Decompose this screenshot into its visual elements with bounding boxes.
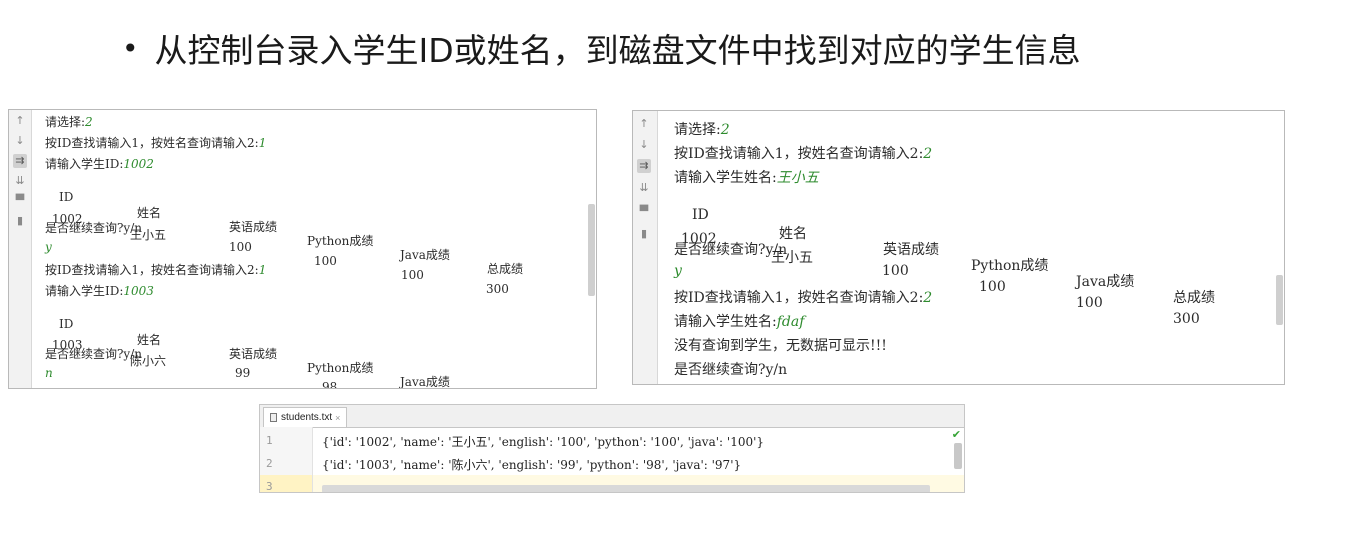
console-line: 请输入学生ID:1003	[45, 284, 154, 298]
table-header-cell: Python成绩	[971, 258, 1049, 274]
console-scrollbar[interactable]	[1276, 275, 1283, 325]
console-line: 按ID查找请输入1，按姓名查询请输入2:1	[45, 136, 267, 150]
console-scrollbar[interactable]	[588, 204, 595, 296]
table-header-cell: 英语成绩	[229, 347, 278, 361]
close-icon[interactable]: ×	[335, 413, 340, 423]
table-row: 1002 王小五 100 100 100 300	[633, 215, 1200, 343]
table-header-cell: 英语成绩	[229, 220, 278, 234]
bullet-point: •	[122, 31, 139, 65]
table-cell: 100	[401, 268, 424, 282]
table-cell: 100	[229, 240, 252, 254]
table-row: 1002 王小五 100 100 100 300	[9, 198, 509, 310]
console-line: 按ID查找请输入1，按姓名查询请输入2:2	[674, 146, 933, 162]
table-cell: 300	[1173, 311, 1200, 327]
arrow-down-icon[interactable]: ↓	[637, 138, 651, 152]
code-line[interactable]: {'id': '1002', 'name': '王小五', 'english':…	[322, 433, 764, 450]
table-header-cell: Python成绩	[307, 361, 374, 375]
console-line: 按ID查找请输入1，按姓名查询请输入2:1	[45, 263, 267, 277]
table-header-cell: ID	[59, 190, 74, 204]
console-line: 是否继续查询?y/n	[45, 221, 142, 235]
arrow-down-icon[interactable]: ↓	[13, 134, 27, 148]
table-header-cell: Java成绩	[1076, 274, 1135, 290]
table-row: 1003 陈小六 99 98 97 294	[9, 324, 337, 388]
editor-tab-bar: students.txt ×	[260, 405, 964, 428]
editor-tab-students[interactable]: students.txt ×	[263, 407, 348, 427]
not-found-message: 没有查询到学生，无数据可显示!!!	[674, 338, 887, 354]
editor-vertical-scrollbar[interactable]	[954, 443, 962, 469]
code-line[interactable]: {'id': '1003', 'name': '陈小六', 'english':…	[322, 456, 741, 473]
console-line: 请选择:2	[45, 115, 93, 129]
table-header-cell: ID	[59, 317, 74, 331]
table-header-cell: Python成绩	[307, 234, 374, 248]
console-line: 请输入学生姓名:王小五	[674, 170, 819, 186]
soft-wrap-icon[interactable]: ⇉	[637, 159, 651, 173]
table-cell: 100	[1076, 295, 1103, 311]
arrow-up-icon[interactable]: ↑	[637, 117, 651, 131]
table-header-cell: 英语成绩	[883, 242, 939, 258]
line-number: 3	[266, 480, 273, 493]
soft-wrap-icon[interactable]: ⇉	[13, 154, 27, 168]
console-output-left: ↑ ↓ ⇉ ⇊ ▀ ▮ 请选择:2 按ID查找请输入1，按姓名查询请输入2:1 …	[8, 109, 597, 389]
table-header-cell: 总成绩	[487, 262, 524, 276]
console-line: y	[674, 263, 682, 279]
editor-horizontal-scrollbar[interactable]	[322, 485, 930, 492]
console-output-right: ↑ ↓ ⇉ ⇊ ▀ ▮ 请选择:2 按ID查找请输入1，按姓名查询请输入2:2 …	[632, 110, 1285, 385]
table-header-cell: Java成绩	[400, 375, 450, 389]
text-file-icon	[270, 413, 277, 422]
console-line: 按ID查找请输入1，按姓名查询请输入2:2	[674, 290, 933, 306]
table-header-cell: ID	[692, 207, 709, 223]
table-cell: 99	[235, 366, 251, 380]
slide-title: • 从控制台录入学生ID或姓名，到磁盘文件中找到对应的学生信息	[122, 26, 1081, 70]
editor-tab-label: students.txt	[281, 412, 333, 423]
table-header-cell: Java成绩	[400, 248, 450, 262]
table-cell: 98	[322, 380, 338, 389]
line-number: 1	[266, 434, 273, 447]
console-line: 是否继续查询?y/n	[674, 242, 788, 258]
slide-title-text: 从控制台录入学生ID或姓名，到磁盘文件中找到对应的学生信息	[154, 31, 1081, 70]
table-cell: 100	[979, 279, 1006, 295]
table-header-cell: 总成绩	[487, 387, 523, 388]
console-line: y	[45, 240, 52, 254]
line-number: 2	[266, 457, 273, 470]
table-cell: 100	[314, 254, 337, 268]
text-editor: students.txt × 1 2 3 {'id': '1002', 'nam…	[259, 404, 965, 493]
console-line: n	[45, 366, 53, 380]
console-line: 请输入学生姓名:fdaf	[674, 314, 805, 330]
table-header-cell: 总成绩	[1173, 290, 1215, 306]
checkmark-icon: ✔	[951, 428, 961, 441]
table-cell: 300	[486, 282, 509, 296]
arrow-up-icon[interactable]: ↑	[13, 114, 27, 128]
console-line: 请选择:2	[674, 122, 730, 138]
console-line: 请输入学生ID:1002	[45, 157, 154, 171]
table-cell: 100	[882, 263, 909, 279]
console-line: 是否继续查询?y/n	[45, 347, 142, 361]
console-line: 是否继续查询?y/n	[674, 362, 788, 378]
